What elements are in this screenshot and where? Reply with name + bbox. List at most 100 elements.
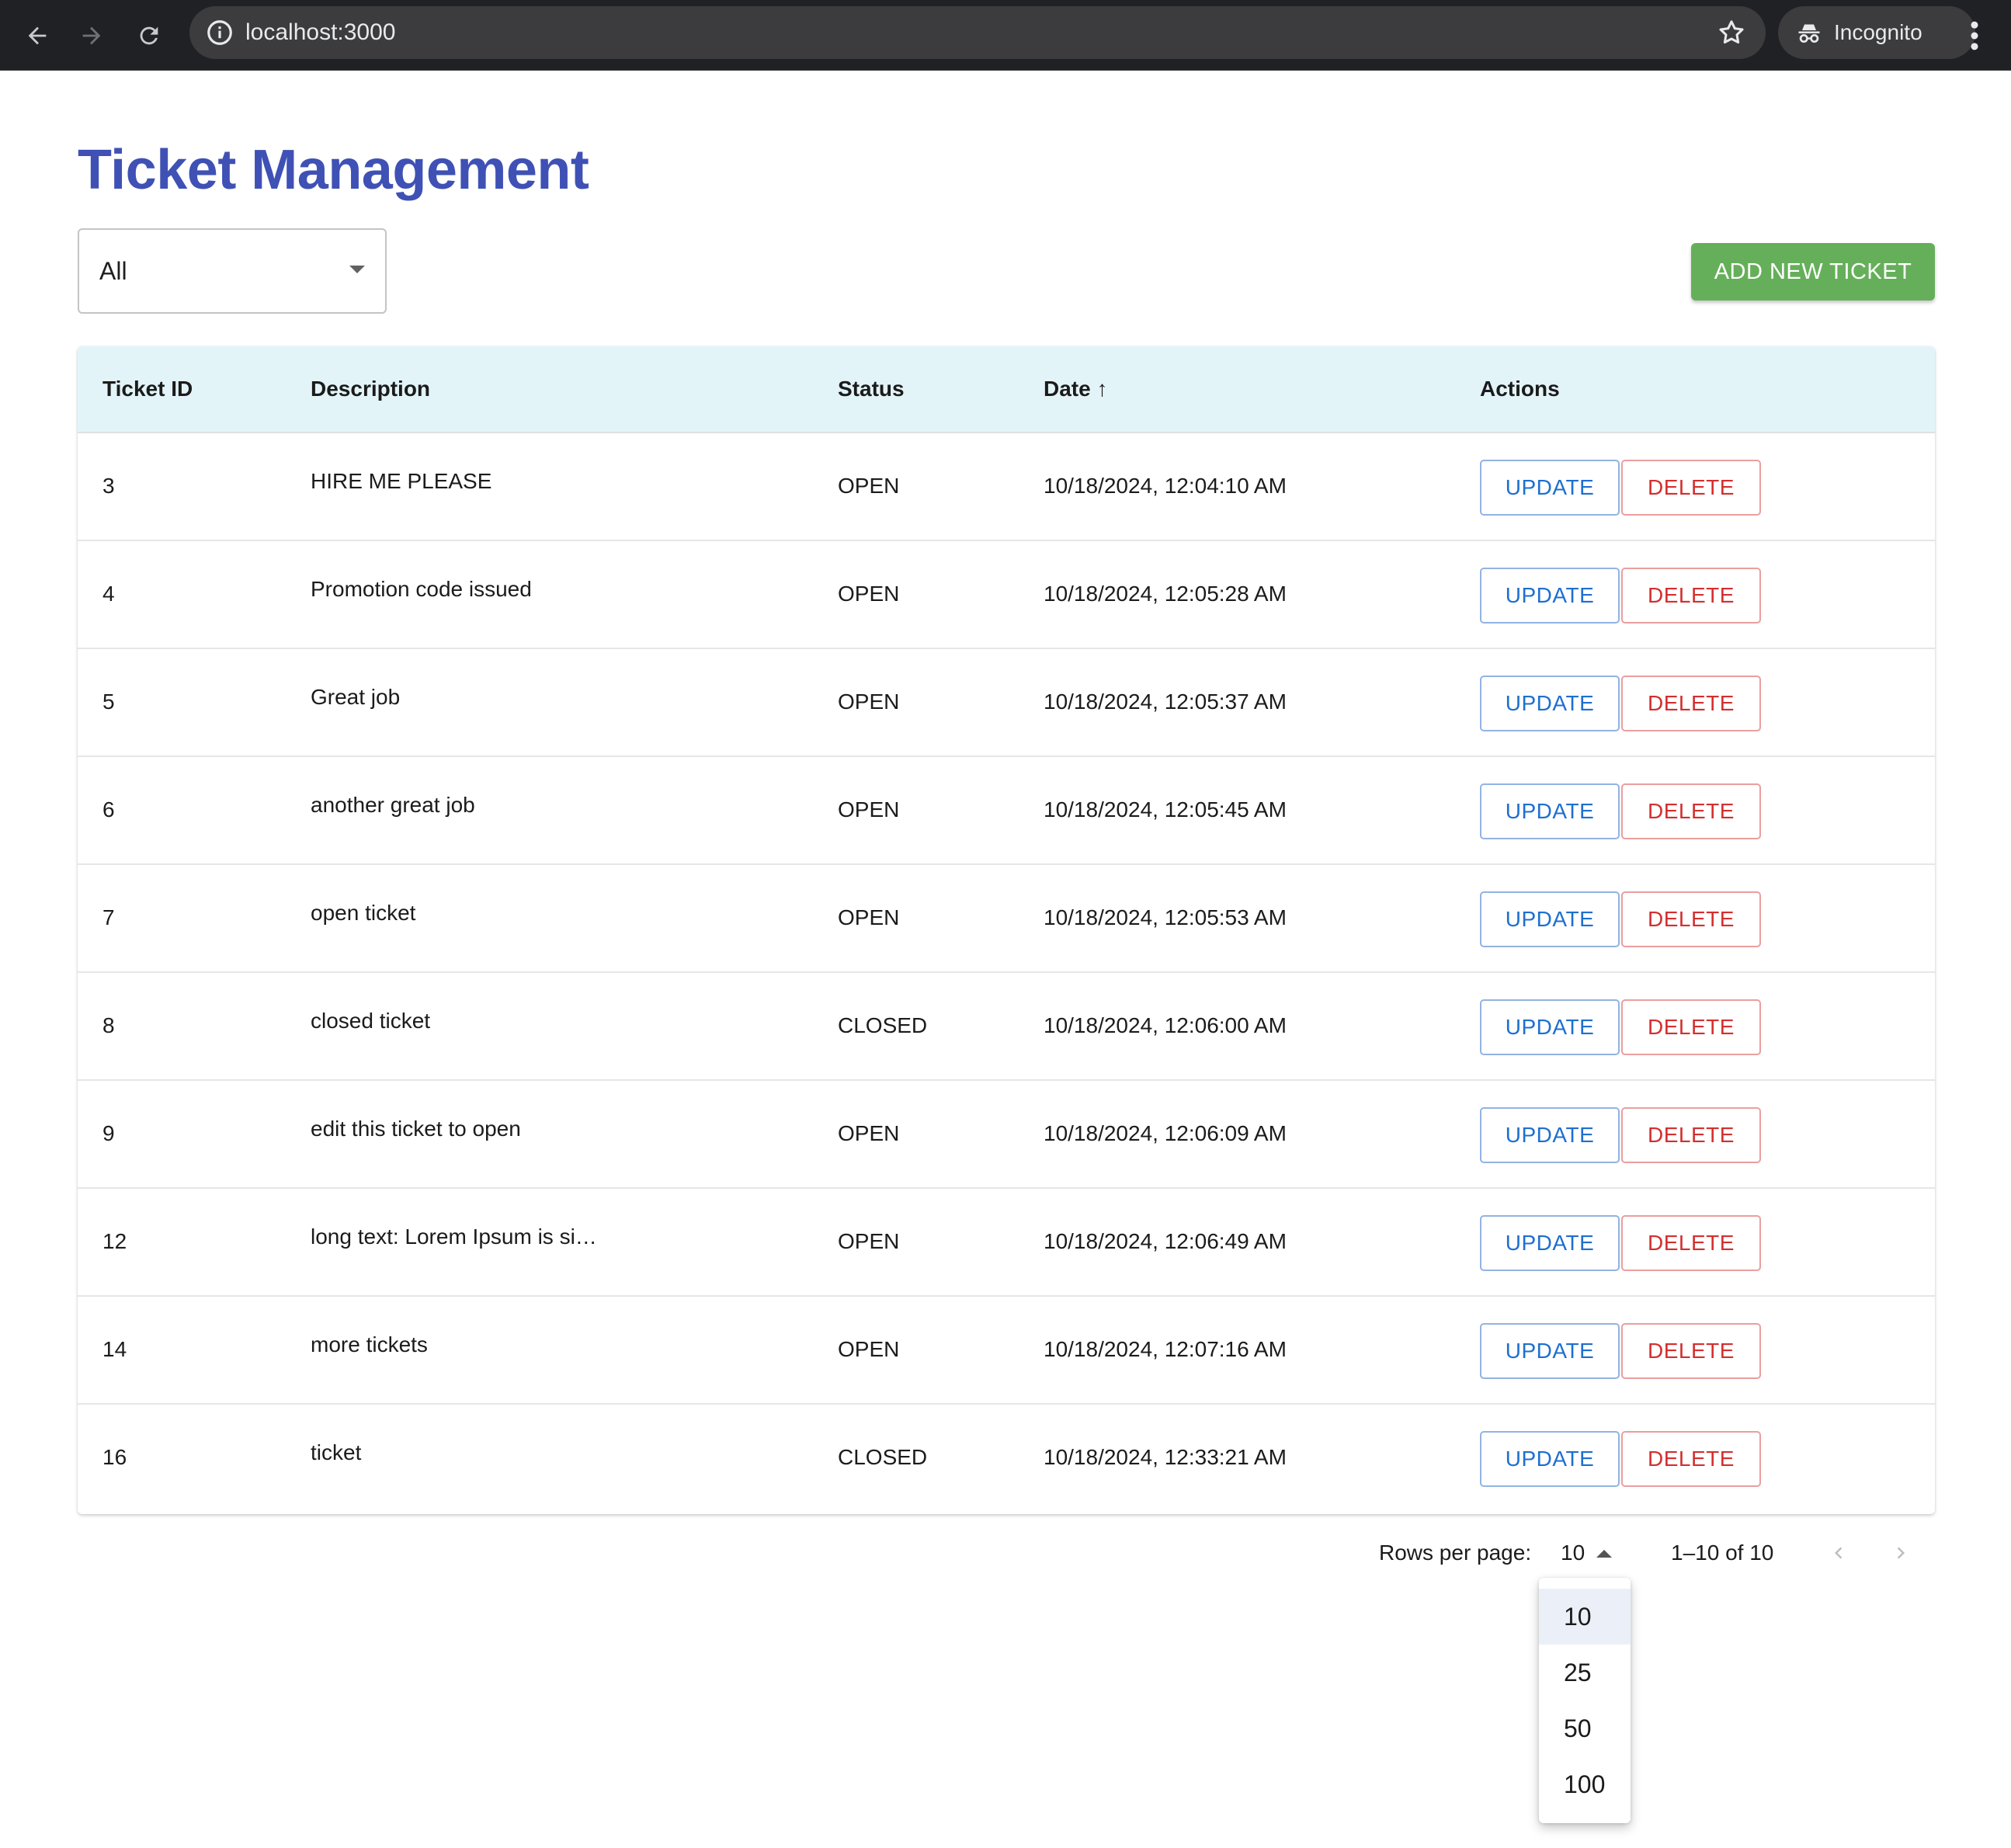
delete-button[interactable]: DELETE: [1621, 1323, 1761, 1379]
next-page-button[interactable]: [1881, 1533, 1921, 1573]
table-row: 7 open ticket OPEN 10/18/2024, 12:05:53 …: [78, 865, 1935, 973]
update-button[interactable]: UPDATE: [1480, 891, 1620, 947]
cell-description: HIRE ME PLEASE: [311, 469, 492, 493]
incognito-label: Incognito: [1834, 20, 1922, 44]
rows-per-page-select[interactable]: 10: [1554, 1534, 1618, 1570]
arrow-right-icon: [82, 26, 101, 45]
table-header: Ticket ID Description Status Date ↑ Acti…: [78, 346, 1935, 433]
rows-option-label: 100: [1564, 1770, 1606, 1798]
cell-status: OPEN: [838, 690, 900, 714]
forward-button[interactable]: [71, 16, 112, 56]
reload-icon: [140, 26, 158, 45]
rows-option-25[interactable]: 25: [1539, 1645, 1631, 1700]
url-text[interactable]: localhost:3000: [245, 6, 395, 59]
cell-description: another great job: [311, 793, 475, 817]
rows-option-label: 50: [1564, 1714, 1592, 1742]
rows-per-page-menu: 10 25 50 100: [1539, 1578, 1631, 1823]
cell-date: 10/18/2024, 12:06:49 AM: [1044, 1229, 1287, 1253]
cell-status: OPEN: [838, 1121, 900, 1145]
cell-date: 10/18/2024, 12:05:37 AM: [1044, 690, 1287, 714]
cell-description: closed ticket: [311, 1009, 431, 1033]
table-row: 14 more tickets OPEN 10/18/2024, 12:07:1…: [78, 1297, 1935, 1405]
table-row: 8 closed ticket CLOSED 10/18/2024, 12:06…: [78, 973, 1935, 1081]
column-header-ticket-id: Ticket ID: [102, 377, 193, 401]
pagination-range: 1–10 of 10: [1671, 1541, 1774, 1565]
cell-description: ticket: [311, 1440, 362, 1464]
rows-option-label: 25: [1564, 1659, 1592, 1686]
cell-date: 10/18/2024, 12:05:45 AM: [1044, 797, 1287, 822]
update-button[interactable]: UPDATE: [1480, 676, 1620, 731]
status-filter-select[interactable]: All: [78, 228, 387, 314]
cell-description: edit this ticket to open: [311, 1117, 521, 1141]
delete-button[interactable]: DELETE: [1621, 568, 1761, 624]
cell-status: OPEN: [838, 582, 900, 606]
table-row: 3 HIRE ME PLEASE OPEN 10/18/2024, 12:04:…: [78, 433, 1935, 541]
table-row: 12 long text: Lorem Ipsum is si… OPEN 10…: [78, 1189, 1935, 1297]
previous-page-button[interactable]: [1818, 1533, 1859, 1573]
bookmark-star-icon[interactable]: [1716, 17, 1747, 48]
cell-ticket-id: 5: [102, 690, 115, 714]
cell-status: OPEN: [838, 1229, 900, 1253]
update-button[interactable]: UPDATE: [1480, 1431, 1620, 1487]
update-button[interactable]: UPDATE: [1480, 1107, 1620, 1163]
cell-status: OPEN: [838, 797, 900, 822]
rows-option-10[interactable]: 10: [1539, 1589, 1631, 1645]
cell-description: open ticket: [311, 901, 416, 925]
browser-toolbar: localhost:3000 Incognito: [0, 0, 2011, 71]
cell-description: long text: Lorem Ipsum is si…: [311, 1224, 597, 1249]
cell-ticket-id: 3: [102, 474, 115, 498]
incognito-indicator[interactable]: Incognito: [1778, 6, 1975, 59]
delete-button[interactable]: DELETE: [1621, 891, 1761, 947]
cell-description: more tickets: [311, 1332, 428, 1356]
cell-date: 10/18/2024, 12:06:09 AM: [1044, 1121, 1287, 1145]
chevron-left-icon: [1835, 1547, 1843, 1559]
update-button[interactable]: UPDATE: [1480, 568, 1620, 624]
arrow-left-icon: [28, 26, 47, 45]
cell-ticket-id: 16: [102, 1445, 127, 1469]
cell-date: 10/18/2024, 12:06:00 AM: [1044, 1013, 1287, 1037]
cell-date: 10/18/2024, 12:04:10 AM: [1044, 474, 1287, 498]
update-button[interactable]: UPDATE: [1480, 999, 1620, 1055]
dropdown-arrow-icon: [349, 266, 365, 273]
cell-ticket-id: 14: [102, 1337, 127, 1361]
table-row: 16 ticket CLOSED 10/18/2024, 12:33:21 AM…: [78, 1405, 1935, 1513]
update-button[interactable]: UPDATE: [1480, 783, 1620, 839]
delete-button[interactable]: DELETE: [1621, 460, 1761, 516]
cell-description: Promotion code issued: [311, 577, 532, 601]
delete-button[interactable]: DELETE: [1621, 676, 1761, 731]
add-new-ticket-button[interactable]: ADD NEW TICKET: [1691, 243, 1935, 300]
cell-date: 10/18/2024, 12:07:16 AM: [1044, 1337, 1287, 1361]
cell-ticket-id: 8: [102, 1013, 115, 1037]
table-row: 6 another great job OPEN 10/18/2024, 12:…: [78, 757, 1935, 865]
info-icon[interactable]: [205, 18, 234, 47]
rows-option-100[interactable]: 100: [1539, 1756, 1631, 1812]
address-bar[interactable]: localhost:3000: [189, 6, 1766, 59]
cell-ticket-id: 6: [102, 797, 115, 822]
table-row: 9 edit this ticket to open OPEN 10/18/20…: [78, 1081, 1935, 1189]
cell-ticket-id: 9: [102, 1121, 115, 1145]
update-button[interactable]: UPDATE: [1480, 1215, 1620, 1271]
delete-button[interactable]: DELETE: [1621, 999, 1761, 1055]
more-options-icon[interactable]: [1963, 16, 1986, 56]
rows-option-label: 10: [1564, 1603, 1592, 1631]
column-header-status: Status: [838, 377, 905, 401]
reload-button[interactable]: [129, 16, 169, 56]
chevron-right-icon: [1897, 1547, 1905, 1559]
cell-status: OPEN: [838, 474, 900, 498]
column-header-date[interactable]: Date ↑: [1044, 346, 1107, 432]
rows-option-50[interactable]: 50: [1539, 1700, 1631, 1756]
tickets-table: Ticket ID Description Status Date ↑ Acti…: [78, 346, 1935, 1514]
cell-ticket-id: 4: [102, 582, 115, 606]
update-button[interactable]: UPDATE: [1480, 1323, 1620, 1379]
status-filter-value: All: [99, 257, 127, 285]
delete-button[interactable]: DELETE: [1621, 783, 1761, 839]
page-title: Ticket Management: [78, 139, 589, 201]
table-row: 5 Great job OPEN 10/18/2024, 12:05:37 AM…: [78, 649, 1935, 757]
delete-button[interactable]: DELETE: [1621, 1431, 1761, 1487]
delete-button[interactable]: DELETE: [1621, 1107, 1761, 1163]
cell-status: OPEN: [838, 905, 900, 929]
cell-date: 10/18/2024, 12:05:28 AM: [1044, 582, 1287, 606]
delete-button[interactable]: DELETE: [1621, 1215, 1761, 1271]
back-button[interactable]: [17, 16, 57, 56]
update-button[interactable]: UPDATE: [1480, 460, 1620, 516]
